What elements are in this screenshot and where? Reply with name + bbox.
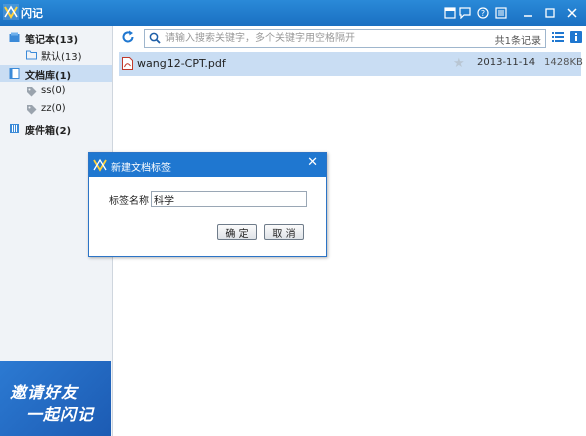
search-input[interactable] [165,30,495,46]
tag-icon [27,105,37,115]
sidebar-item-documents[interactable]: 文档库(1) [0,65,112,82]
info-icon[interactable] [569,30,583,44]
dialog-title: 新建文档标签 [111,163,171,174]
promo-line-2: 一起闪记 [26,405,95,424]
document-icon [9,68,20,79]
star-icon[interactable]: ★ [453,56,465,71]
folder-icon [26,50,37,60]
sidebar-item-label: 默认(13) [41,52,82,63]
sidebar-item-label: 文档库(1) [25,71,72,82]
chat-icon[interactable] [459,7,471,19]
refresh-icon[interactable] [121,30,135,44]
search-box[interactable]: 共1条记录 [144,29,546,48]
file-size: 1428KB [544,57,583,68]
close-icon[interactable] [566,7,578,19]
window-icon[interactable] [444,7,456,19]
sidebar-item-tag-ss[interactable]: ss(0) [0,83,112,100]
toolbar: 共1条记录 [113,26,586,50]
dialog-title-bar: 新建文档标签 ✕ [89,153,326,177]
tag-icon [27,87,37,97]
file-row[interactable]: wang12-CPT.pdf ★ 2013-11-14 1428KB [119,52,583,76]
sidebar-item-default[interactable]: 默认(13) [0,46,112,63]
maximize-icon[interactable] [544,7,556,19]
file-name: wang12-CPT.pdf [137,57,226,70]
help-icon[interactable]: ? [477,7,489,19]
pdf-icon [122,57,133,70]
sidebar-item-label: 废件箱(2) [25,126,72,137]
sidebar-item-label: ss(0) [41,85,66,96]
dialog-close-icon[interactable]: ✕ [307,155,318,170]
tag-name-input[interactable] [151,191,307,207]
invite-friends-banner[interactable]: 邀请好友 一起闪记 [0,361,111,436]
list-view-icon[interactable] [551,30,565,44]
app-logo-icon [3,4,19,20]
app-title: 闪记 [21,7,43,20]
confirm-button[interactable]: 确 定 [217,224,257,240]
search-icon [149,32,161,44]
tag-name-label: 标签名称 [109,196,149,207]
cancel-button[interactable]: 取 消 [264,224,304,240]
app-logo-icon [93,158,107,172]
trash-icon [10,124,19,133]
sidebar-item-notebook[interactable]: 笔记本(13) [0,29,112,46]
sidebar-item-tag-zz[interactable]: zz(0) [0,101,112,118]
title-bar: 闪记 ? [0,0,586,26]
sidebar-item-label: zz(0) [41,103,66,114]
new-tag-dialog: 新建文档标签 ✕ 标签名称 确 定 取 消 [88,152,327,257]
svg-text:?: ? [481,9,485,18]
record-count: 共1条记录 [494,36,541,47]
sidebar-item-label: 笔记本(13) [25,35,79,46]
file-date: 2013-11-14 [477,57,536,68]
notebook-icon [9,32,20,42]
promo-line-1: 邀请好友 [10,383,79,402]
sidebar-item-trash[interactable]: 废件箱(2) [0,120,112,137]
minimize-icon[interactable] [522,7,534,19]
menu-icon[interactable] [495,7,507,19]
